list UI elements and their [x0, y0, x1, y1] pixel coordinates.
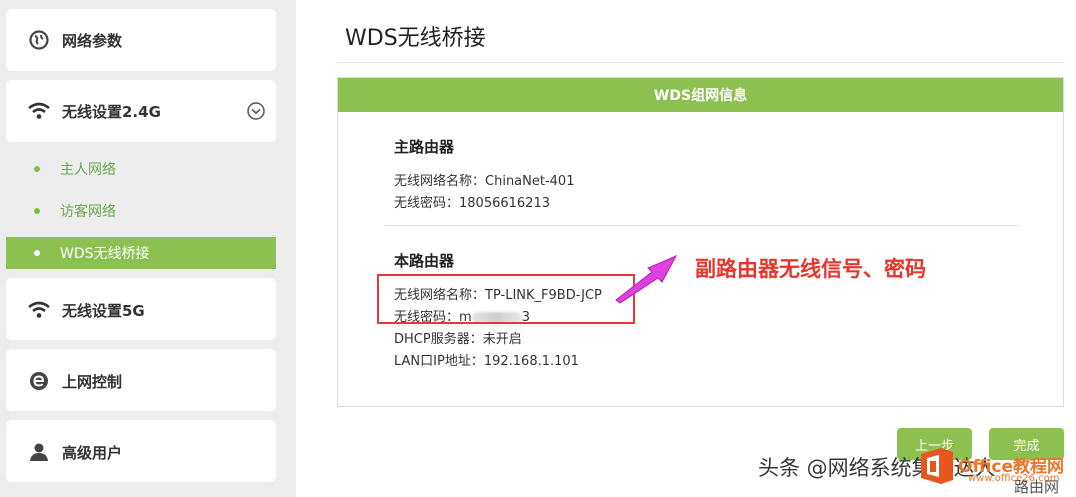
dhcp-label: DHCP服务器： — [394, 332, 483, 347]
sidebar-item-label: 访客网络 — [60, 204, 116, 220]
watermark-lu: 路由网 — [1014, 478, 1060, 496]
bullet-icon — [34, 208, 40, 214]
password-value: 18056616213 — [459, 196, 550, 211]
sidebar-item-host-network[interactable]: 主人网络 — [6, 153, 276, 185]
sidebar-item-label: 上网控制 — [62, 372, 123, 391]
sidebar-item-wds-bridge[interactable]: WDS无线桥接 — [6, 237, 276, 269]
wifi-icon — [28, 100, 50, 122]
this-router-dhcp: DHCP服务器：未开启 — [394, 328, 522, 347]
sidebar-item-label: 无线设置5G — [62, 301, 145, 320]
user-icon — [28, 441, 50, 463]
highlight-box — [377, 274, 635, 324]
password-label: 无线密码： — [394, 196, 460, 211]
arrow-icon — [615, 254, 678, 304]
sidebar: 网络参数 无线设置2.4G 主人网络 访客网络 WDS无线桥接 无线设置5G 上… — [0, 0, 296, 497]
page-title: WDS无线桥接 — [345, 26, 486, 51]
sidebar-item-wireless-5g[interactable]: 无线设置5G — [6, 278, 276, 340]
ssid-value: ChinaNet-401 — [485, 174, 575, 189]
main-router-ssid: 无线网络名称：ChinaNet-401 — [394, 170, 574, 189]
dhcp-value: 未开启 — [482, 332, 522, 347]
panel-header: WDS组网信息 — [338, 78, 1063, 112]
sidebar-item-network-params[interactable]: 网络参数 — [6, 9, 276, 71]
sidebar-item-wireless-24g[interactable]: 无线设置2.4G — [6, 80, 276, 142]
sidebar-item-label: 无线设置2.4G — [62, 102, 161, 121]
annotation-text: 副路由器无线信号、密码 — [695, 257, 926, 281]
this-router-lan-ip: LAN口IP地址：192.168.1.101 — [394, 350, 579, 369]
sidebar-item-label: 高级用户 — [62, 443, 123, 462]
chevron-down-icon[interactable] — [246, 101, 266, 121]
e-icon — [28, 370, 50, 392]
sidebar-item-internet-control[interactable]: 上网控制 — [6, 349, 276, 411]
this-router-title: 本路由器 — [394, 252, 455, 270]
sidebar-item-label: 主人网络 — [60, 162, 116, 178]
bullet-icon — [34, 250, 40, 256]
ssid-label: 无线网络名称： — [394, 174, 486, 189]
office-logo-icon — [921, 448, 953, 484]
section-divider — [385, 225, 1019, 226]
lan-ip-label: LAN口IP地址： — [394, 354, 484, 369]
title-divider — [337, 62, 1064, 63]
main-router-title: 主路由器 — [394, 138, 455, 156]
main-router-password: 无线密码：18056616213 — [394, 192, 550, 211]
sidebar-item-guest-network[interactable]: 访客网络 — [6, 195, 276, 227]
sidebar-item-label: WDS无线桥接 — [60, 246, 150, 262]
globe-icon — [28, 29, 50, 51]
bullet-icon — [34, 166, 40, 172]
wds-info-panel: WDS组网信息 主路由器 无线网络名称：ChinaNet-401 无线密码：18… — [337, 77, 1064, 407]
wifi-icon — [28, 299, 50, 321]
sidebar-item-label: 网络参数 — [62, 31, 123, 50]
lan-ip-value: 192.168.1.101 — [483, 354, 579, 369]
sidebar-item-advanced-user[interactable]: 高级用户 — [6, 420, 276, 482]
